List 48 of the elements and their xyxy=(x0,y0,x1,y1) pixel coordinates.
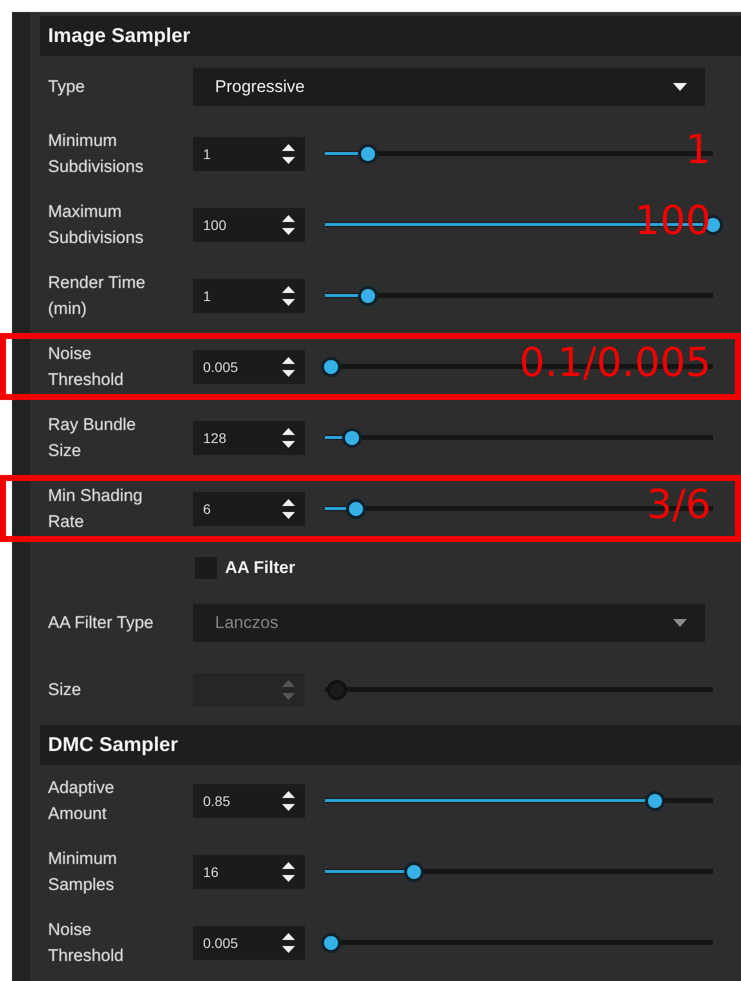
field-label: Min Shading Rate xyxy=(48,484,144,532)
section-header: Image Sampler xyxy=(40,16,741,56)
number-field[interactable]: 6 xyxy=(193,492,305,526)
caret-icon xyxy=(673,83,687,91)
number-field[interactable]: 128 xyxy=(193,420,305,454)
checkbox-label: AA Filter xyxy=(225,558,296,578)
field-label: Minimum Subdivisions xyxy=(48,130,144,178)
stepper-arrows-icon xyxy=(282,790,295,810)
annotation-text: 0.1/0.005 xyxy=(519,341,711,385)
slider-thumb[interactable] xyxy=(358,144,378,164)
number-field[interactable]: 0.005 xyxy=(193,926,305,960)
annotation-text: 3/6 xyxy=(646,483,711,527)
field-label: Noise Threshold xyxy=(48,918,125,966)
number-field[interactable]: 1 xyxy=(193,278,305,312)
number-field[interactable]: 0.005 xyxy=(193,350,305,384)
section-header: DMC Sampler xyxy=(40,725,741,765)
stepper-arrows-icon xyxy=(282,356,295,376)
stepper-arrows-icon xyxy=(282,214,295,234)
caret-icon xyxy=(673,619,687,627)
field-label: Minimum Samples xyxy=(48,848,118,896)
stepper-arrows-icon xyxy=(282,144,295,164)
slider-thumb[interactable] xyxy=(320,932,341,952)
number-field[interactable]: 1 xyxy=(193,136,305,170)
field-label: Maximum Subdivisions xyxy=(48,200,144,248)
dropdown[interactable]: Progressive xyxy=(193,68,705,106)
field-label: Adaptive Amount xyxy=(48,776,116,824)
stepper-arrows-icon xyxy=(282,286,295,306)
slider-thumb[interactable] xyxy=(320,356,341,376)
stepper-arrows-icon xyxy=(282,428,295,448)
slider-thumb[interactable] xyxy=(358,286,378,306)
field-label: Size xyxy=(48,678,82,700)
stepper-arrows-icon xyxy=(282,498,295,518)
field-label: Ray Bundle Size xyxy=(48,414,137,462)
slider-thumb[interactable] xyxy=(404,862,424,882)
field-label: Type xyxy=(48,76,86,98)
stepper-arrows-icon xyxy=(282,680,295,700)
annotation-text: 1 xyxy=(686,128,711,172)
stepper-arrows-icon xyxy=(282,862,295,882)
field-label: AA Filter Type xyxy=(48,612,155,634)
number-field[interactable]: 100 xyxy=(193,208,305,242)
field-label: Render Time (min) xyxy=(48,272,146,320)
slider-thumb[interactable] xyxy=(342,428,362,448)
stepper-arrows-icon xyxy=(282,932,295,952)
field-label: Noise Threshold xyxy=(48,342,125,390)
number-field[interactable]: 0.85 xyxy=(193,784,305,818)
number-field[interactable]: 16 xyxy=(193,854,305,888)
slider-thumb[interactable] xyxy=(346,498,366,518)
slider-thumb[interactable] xyxy=(644,790,665,810)
